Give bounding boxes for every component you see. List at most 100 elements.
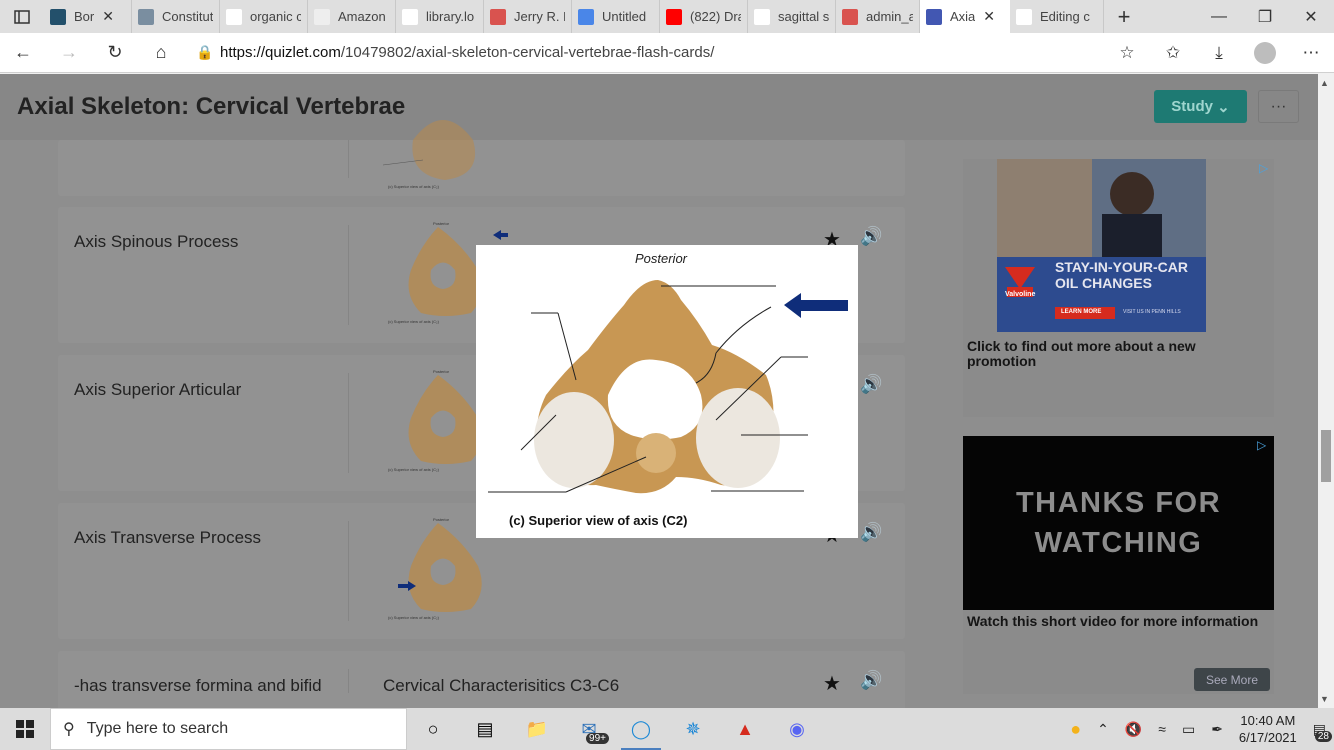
page-icon xyxy=(402,8,418,25)
new-tab-button[interactable]: + xyxy=(1104,4,1144,30)
browser-tab[interactable]: library.lo xyxy=(396,0,484,33)
advertisement-2[interactable]: THANKS FOR WATCHING ▷ Watch this short vi… xyxy=(963,436,1274,694)
study-button[interactable]: Study ⌄ xyxy=(1154,90,1247,123)
scroll-up-icon[interactable]: ▲ xyxy=(1320,78,1329,88)
add-favorite-icon[interactable]: ☆ xyxy=(1104,33,1150,73)
ad-caption[interactable]: Click to find out more about a new promo… xyxy=(967,339,1267,369)
address-bar[interactable]: 🔒 https://quizlet.com/10479802/axial-ske… xyxy=(190,38,1098,68)
tab-title: Editing c xyxy=(1040,9,1090,24)
close-tab-icon[interactable]: ✕ xyxy=(983,8,995,25)
audio-icon[interactable]: 🔊 xyxy=(860,522,882,543)
page-title: Axial Skeleton: Cervical Vertebrae xyxy=(17,93,406,120)
minimize-icon[interactable]: — xyxy=(1196,0,1242,33)
browser-tab[interactable]: Editing c xyxy=(1010,0,1104,33)
tab-title: Bor xyxy=(74,9,95,24)
thumb-caption: (c) Superior view of axis (C₂) xyxy=(388,467,440,472)
app-icon[interactable]: ✵ xyxy=(667,708,719,750)
acrobat-icon[interactable]: ▲ xyxy=(719,708,771,750)
axis-thumbnail xyxy=(383,120,476,180)
tab-actions-icon[interactable] xyxy=(0,0,44,33)
ad-video[interactable]: THANKS FOR WATCHING xyxy=(963,436,1274,610)
advertisement-1[interactable]: STAY-IN-YOUR-CAR OIL CHANGES Valvoline LE… xyxy=(963,159,1274,417)
star-icon[interactable]: ★ xyxy=(823,671,841,696)
thumb-posterior-label: Posterior xyxy=(433,221,450,226)
browser-tab[interactable]: admin_a xyxy=(836,0,920,33)
ad-banner-image[interactable]: STAY-IN-YOUR-CAR OIL CHANGES Valvoline LE… xyxy=(997,159,1206,332)
edge-browser-icon[interactable]: ◯ xyxy=(615,708,667,750)
ad-caption[interactable]: Watch this short video for more informat… xyxy=(967,614,1267,629)
home-icon[interactable]: ⌂ xyxy=(138,33,184,73)
taskbar-search-input[interactable]: ⚲ Type here to search xyxy=(50,708,407,750)
browser-tab[interactable]: organic c xyxy=(220,0,308,33)
windows-start-icon[interactable] xyxy=(0,708,50,750)
tab-title: organic c xyxy=(250,9,301,24)
page-scrollbar[interactable]: ▲ ▼ xyxy=(1318,74,1334,708)
refresh-icon[interactable]: ↻ xyxy=(92,33,138,73)
action-center-icon[interactable]: ▤ 28 xyxy=(1305,708,1334,750)
popup-caption: (c) Superior view of axis (C2) xyxy=(509,513,688,528)
date: 6/17/2021 xyxy=(1238,730,1297,745)
volume-muted-icon[interactable]: 🔇 xyxy=(1117,708,1150,750)
tab-title: admin_a xyxy=(866,9,913,24)
audio-icon[interactable]: 🔊 xyxy=(860,670,882,691)
browser-tab[interactable]: Axia ✕ xyxy=(920,0,1010,33)
thumb-caption: (c) Superior view of axis (C₂) xyxy=(388,184,439,189)
settings-menu-icon[interactable]: ⋯ xyxy=(1288,33,1334,73)
clock[interactable]: 10:40 AM 6/17/2021 xyxy=(1231,708,1305,750)
browser-tab[interactable]: sagittal s xyxy=(748,0,836,33)
image-popup[interactable]: Posterior (c) Superior view of axis (C2) xyxy=(476,245,858,538)
wifi-icon[interactable]: ≈ xyxy=(1150,708,1174,750)
tab-title: Jerry R. N xyxy=(514,9,565,24)
adchoices-icon[interactable]: ▷ xyxy=(1257,438,1266,452)
forward-icon[interactable]: → xyxy=(46,33,92,73)
set-header: Axial Skeleton: Cervical Vertebrae Study… xyxy=(0,74,1318,140)
task-view-icon[interactable]: ▤ xyxy=(459,708,511,750)
profile-avatar[interactable] xyxy=(1242,33,1288,73)
google-icon xyxy=(226,8,242,25)
term-card-partial: (c) Superior view of axis (C₂) xyxy=(58,120,905,196)
arrow-icon xyxy=(493,230,508,240)
card-term: Axis Transverse Process xyxy=(74,528,262,547)
browser-tab[interactable]: (822) Dra xyxy=(660,0,748,33)
window-controls: — ❐ ✕ xyxy=(1196,0,1334,33)
search-placeholder: Type here to search xyxy=(86,720,229,737)
discord-icon[interactable]: ◉ xyxy=(771,708,823,750)
browser-tab[interactable]: Bor ✕ xyxy=(44,0,132,33)
close-tab-icon[interactable]: ✕ xyxy=(102,8,114,25)
back-icon[interactable]: ← xyxy=(0,33,46,73)
card-divider xyxy=(348,521,349,621)
card-term: Axis Spinous Process xyxy=(74,232,239,251)
navigation-bar: ← → ↻ ⌂ 🔒 https://quizlet.com/10479802/a… xyxy=(0,33,1334,73)
notification-dot-icon[interactable]: ● xyxy=(1062,708,1089,750)
ad-cta[interactable]: LEARN MORE xyxy=(1061,309,1101,315)
pen-icon[interactable]: ✒ xyxy=(1203,708,1231,750)
restore-icon[interactable]: ❐ xyxy=(1242,0,1288,33)
see-more-button[interactable]: See More xyxy=(1194,668,1270,691)
browser-tab[interactable]: Jerry R. N xyxy=(484,0,572,33)
browser-tab[interactable]: Constitut xyxy=(132,0,220,33)
card-term: -has transverse formina and bifid xyxy=(74,676,322,695)
browser-tab[interactable]: Untitled xyxy=(572,0,660,33)
mail-icon[interactable]: ✉ 99+ xyxy=(563,708,615,750)
battery-icon[interactable]: ▭ xyxy=(1174,708,1203,750)
cortana-icon[interactable]: ○ xyxy=(407,708,459,750)
scroll-thumb[interactable] xyxy=(1321,430,1331,482)
favorites-icon[interactable]: ✩ xyxy=(1150,33,1196,73)
audio-icon[interactable]: 🔊 xyxy=(860,374,882,395)
show-hidden-icons[interactable]: ⌃ xyxy=(1089,708,1117,750)
quizlet-icon xyxy=(926,8,942,25)
thumb-posterior-label: Posterior xyxy=(433,517,450,522)
scroll-down-icon[interactable]: ▼ xyxy=(1320,694,1329,704)
ad-brand: Valvoline xyxy=(1005,291,1036,298)
browser-tab[interactable]: Amazon xyxy=(308,0,396,33)
audio-icon[interactable]: 🔊 xyxy=(860,226,882,247)
notification-count: 28 xyxy=(1314,731,1332,742)
adchoices-icon[interactable]: ▷ xyxy=(1259,161,1268,175)
term-card: -has transverse formina and bifid Cervica… xyxy=(58,651,905,708)
more-options-button[interactable]: ··· xyxy=(1258,90,1299,123)
close-window-icon[interactable]: ✕ xyxy=(1288,0,1334,33)
downloads-icon[interactable]: ⤓ xyxy=(1196,33,1242,73)
file-explorer-icon[interactable]: 📁 xyxy=(511,708,563,750)
tab-title: Axia xyxy=(950,9,976,24)
tab-title: Amazon xyxy=(338,9,386,24)
